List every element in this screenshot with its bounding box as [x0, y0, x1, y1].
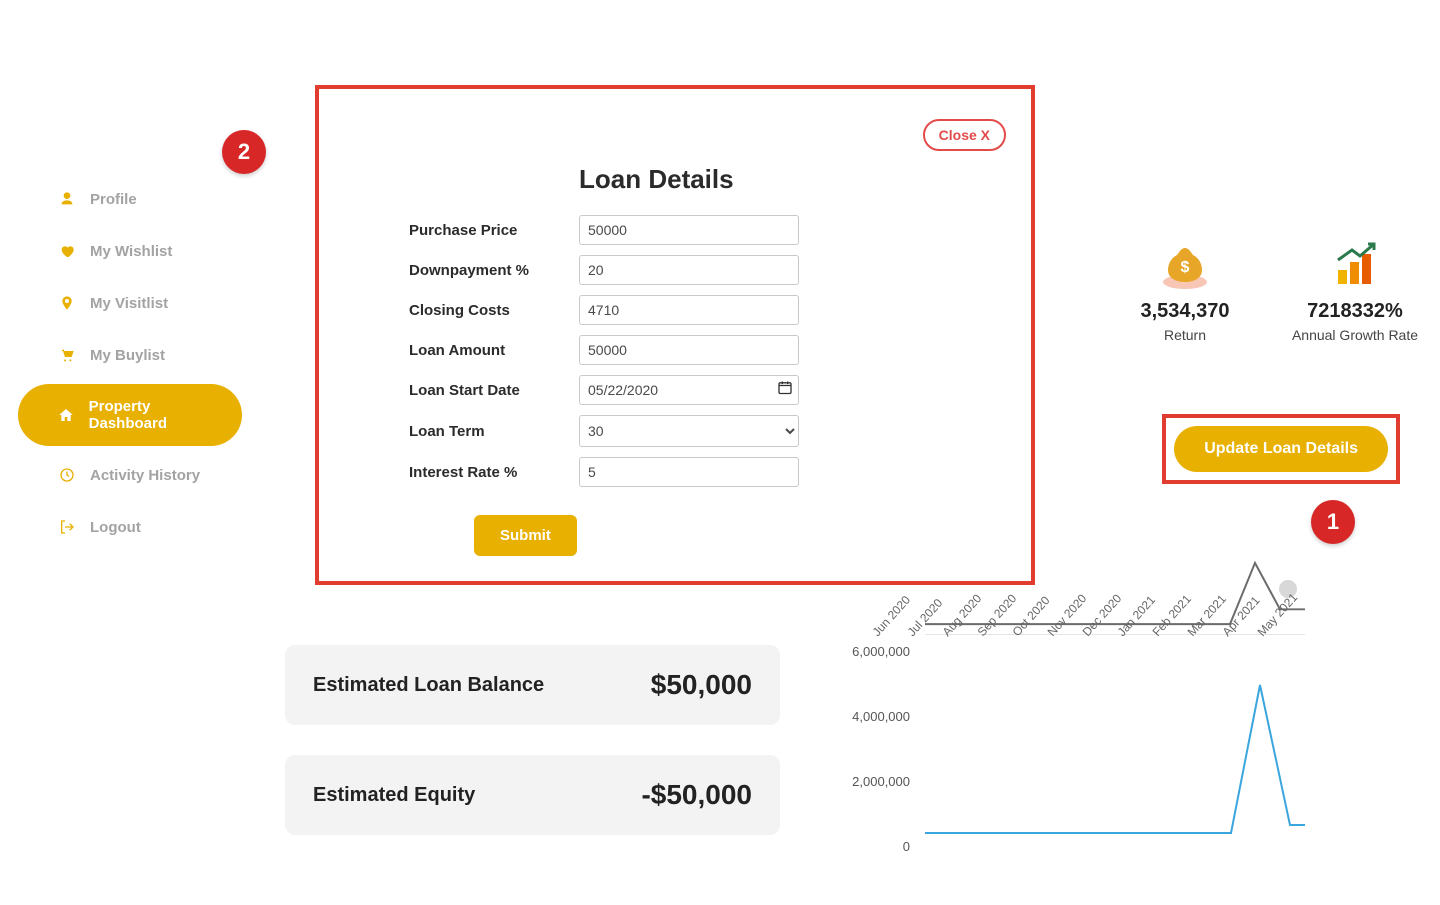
loan-amount-input[interactable] [579, 335, 799, 365]
chart-x-axis: Jun 2020 Jul 2020 Aug 2020 Sep 2020 Oct … [880, 625, 1300, 639]
clock-icon [58, 466, 76, 484]
purchase-price-input[interactable] [579, 215, 799, 245]
user-icon [58, 190, 76, 208]
metrics-row: $ 3,534,370 Return 7218332% Annual Growt… [1120, 235, 1420, 343]
chart-y-axis: 6,000,000 4,000,000 2,000,000 0 [830, 645, 910, 905]
loan-term-label: Loan Term [409, 423, 579, 440]
sidebar-item-activity-history[interactable]: Activity History [18, 452, 242, 498]
cart-icon [58, 346, 76, 364]
sidebar-item-visitlist[interactable]: My Visitlist [18, 280, 242, 326]
sidebar-item-buylist[interactable]: My Buylist [18, 332, 242, 378]
modal-title: Loan Details [579, 164, 991, 195]
metric-value: 7218332% [1290, 300, 1420, 323]
main-line-chart [925, 665, 1305, 835]
card-title: Estimated Loan Balance [313, 672, 544, 698]
metric-value: 3,534,370 [1120, 300, 1250, 323]
pin-icon [58, 294, 76, 312]
sidebar-item-profile[interactable]: Profile [18, 176, 242, 222]
heart-icon [58, 242, 76, 260]
submit-button[interactable]: Submit [474, 515, 577, 556]
update-loan-details-button[interactable]: Update Loan Details [1174, 426, 1388, 472]
close-button[interactable]: Close X [923, 119, 1006, 151]
interest-rate-label: Interest Rate % [409, 464, 579, 481]
interest-rate-input[interactable] [579, 457, 799, 487]
sidebar-item-property-dashboard[interactable]: Property Dashboard [18, 384, 242, 446]
loan-start-date-label: Loan Start Date [409, 382, 579, 399]
loan-details-modal-highlight: Close X Loan Details Purchase Price Down… [315, 85, 1035, 585]
sidebar-item-wishlist[interactable]: My Wishlist [18, 228, 242, 274]
metric-label: Annual Growth Rate [1290, 327, 1420, 343]
update-loan-highlight: Update Loan Details [1162, 414, 1400, 484]
exit-icon [58, 518, 76, 536]
growth-chart: Jun 2020 Jul 2020 Aug 2020 Sep 2020 Oct … [830, 555, 1310, 840]
card-value: $50,000 [651, 669, 752, 701]
sidebar-item-label: Property Dashboard [89, 398, 222, 432]
annotation-badge-2: 2 [222, 130, 266, 174]
downpayment-input[interactable] [579, 255, 799, 285]
sidebar: Profile My Wishlist My Visitlist My Buyl… [0, 170, 260, 556]
purchase-price-label: Purchase Price [409, 222, 579, 239]
money-bag-icon: $ [1120, 235, 1250, 290]
closing-costs-input[interactable] [579, 295, 799, 325]
sidebar-item-logout[interactable]: Logout [18, 504, 242, 550]
svg-text:$: $ [1181, 259, 1190, 276]
home-icon [58, 406, 75, 424]
loan-start-date-input[interactable] [579, 375, 799, 405]
card-title: Estimated Equity [313, 782, 475, 808]
loan-amount-label: Loan Amount [409, 342, 579, 359]
sidebar-item-label: Activity History [90, 467, 200, 484]
annotation-badge-1: 1 [1311, 500, 1355, 544]
estimated-equity-card: Estimated Equity -$50,000 [285, 755, 780, 835]
downpayment-label: Downpayment % [409, 262, 579, 279]
estimated-loan-balance-card: Estimated Loan Balance $50,000 [285, 645, 780, 725]
sidebar-item-label: My Visitlist [90, 295, 168, 312]
metric-label: Return [1120, 327, 1250, 343]
sidebar-item-label: My Buylist [90, 347, 165, 364]
closing-costs-label: Closing Costs [409, 302, 579, 319]
sidebar-item-label: Logout [90, 519, 141, 536]
summary-cards: Estimated Loan Balance $50,000 Estimated… [285, 645, 780, 865]
sidebar-item-label: Profile [90, 191, 137, 208]
loan-details-modal: Close X Loan Details Purchase Price Down… [319, 89, 1031, 581]
loan-term-select[interactable]: 30 [579, 415, 799, 447]
sidebar-item-label: My Wishlist [90, 243, 172, 260]
metric-growth-rate: 7218332% Annual Growth Rate [1290, 235, 1420, 343]
card-value: -$50,000 [641, 779, 752, 811]
metric-return: $ 3,534,370 Return [1120, 235, 1250, 343]
growth-chart-icon [1290, 235, 1420, 290]
